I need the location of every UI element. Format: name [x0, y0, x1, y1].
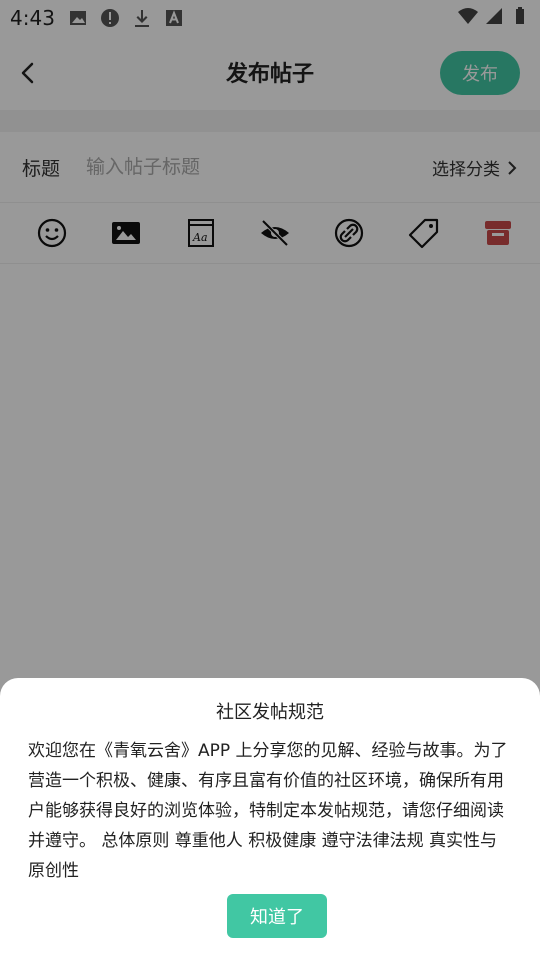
modal-title: 社区发帖规范	[216, 702, 324, 723]
modal-body: 欢迎您在《青氧云舍》APP 上分享您的见解、经验与故事。为了营造一个积极、健康、…	[28, 741, 508, 881]
ok-button[interactable]: 知道了	[227, 894, 327, 938]
rules-modal: 社区发帖规范 欢迎您在《青氧云舍》APP 上分享您的见解、经验与故事。为了营造一…	[0, 678, 540, 960]
